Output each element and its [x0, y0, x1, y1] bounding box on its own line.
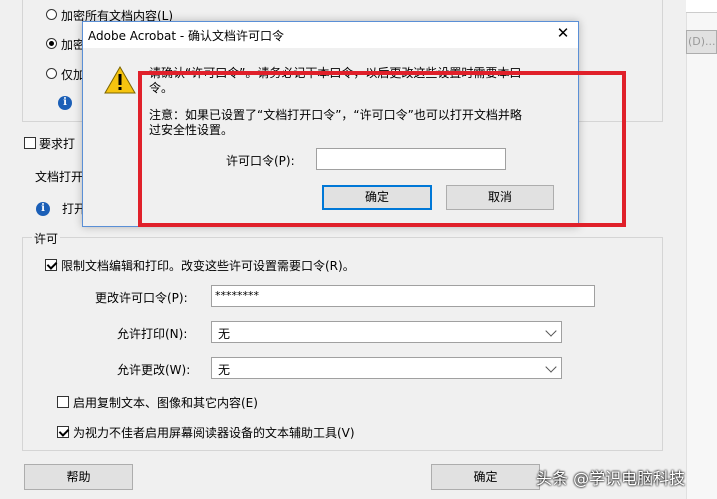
- chevron-down-icon: [545, 361, 557, 373]
- allow-print-label: 允许打印(N):: [117, 327, 188, 341]
- allow-change-label: 允许更改(W):: [117, 363, 191, 377]
- info-icon: i: [58, 96, 72, 110]
- right-field-1: [686, 0, 717, 13]
- help-button-label: 帮助: [66, 470, 91, 484]
- require-open-pw-checkbox[interactable]: [24, 137, 36, 149]
- enable-copy-label: 启用复制文本、图像和其它内容(E): [73, 396, 258, 410]
- right-pane: [686, 0, 717, 499]
- footer-ok-button-label: 确定: [473, 470, 498, 484]
- warning-icon: [104, 65, 136, 94]
- restrict-edit-label: 限制文档编辑和打印。改变这些许可设置需要口令(R)。: [61, 259, 355, 273]
- require-open-pw-label: 要求打: [39, 137, 76, 151]
- close-icon[interactable]: ✕: [555, 24, 571, 42]
- change-pw-value: ********: [215, 289, 259, 302]
- allow-print-value: 无: [218, 327, 231, 341]
- radio-encrypt-all[interactable]: [46, 9, 57, 20]
- chevron-down-icon: [545, 325, 557, 337]
- help-button[interactable]: 帮助: [24, 464, 133, 490]
- dialog-title: Adobe Acrobat - 确认文档许可口令: [88, 29, 285, 43]
- restrict-edit-checkbox[interactable]: [45, 259, 57, 271]
- radio-encrypt-partial[interactable]: [46, 38, 57, 49]
- watermark: 头条 @学识电脑科技: [536, 469, 686, 488]
- footer-ok-button[interactable]: 确定: [431, 464, 540, 490]
- info-icon: i: [36, 202, 50, 216]
- permissions-group-title: 许可: [32, 230, 61, 247]
- doc-open-label: 文档打开: [35, 170, 84, 184]
- allow-change-select[interactable]: 无: [211, 357, 562, 379]
- accessibility-label: 为视力不佳者启用屏幕阅读器设备的文本辅助工具(V): [73, 426, 355, 440]
- enable-copy-checkbox[interactable]: [57, 396, 69, 408]
- accessibility-checkbox[interactable]: [57, 426, 69, 438]
- change-pw-label: 更改许可口令(P):: [95, 291, 188, 305]
- radio-only[interactable]: [46, 68, 57, 79]
- allow-print-select[interactable]: 无: [211, 321, 562, 343]
- change-pw-input[interactable]: ********: [211, 285, 595, 307]
- allow-change-value: 无: [218, 363, 231, 377]
- highlight-box: [138, 71, 626, 227]
- right-cut-text: (D)...: [688, 35, 716, 48]
